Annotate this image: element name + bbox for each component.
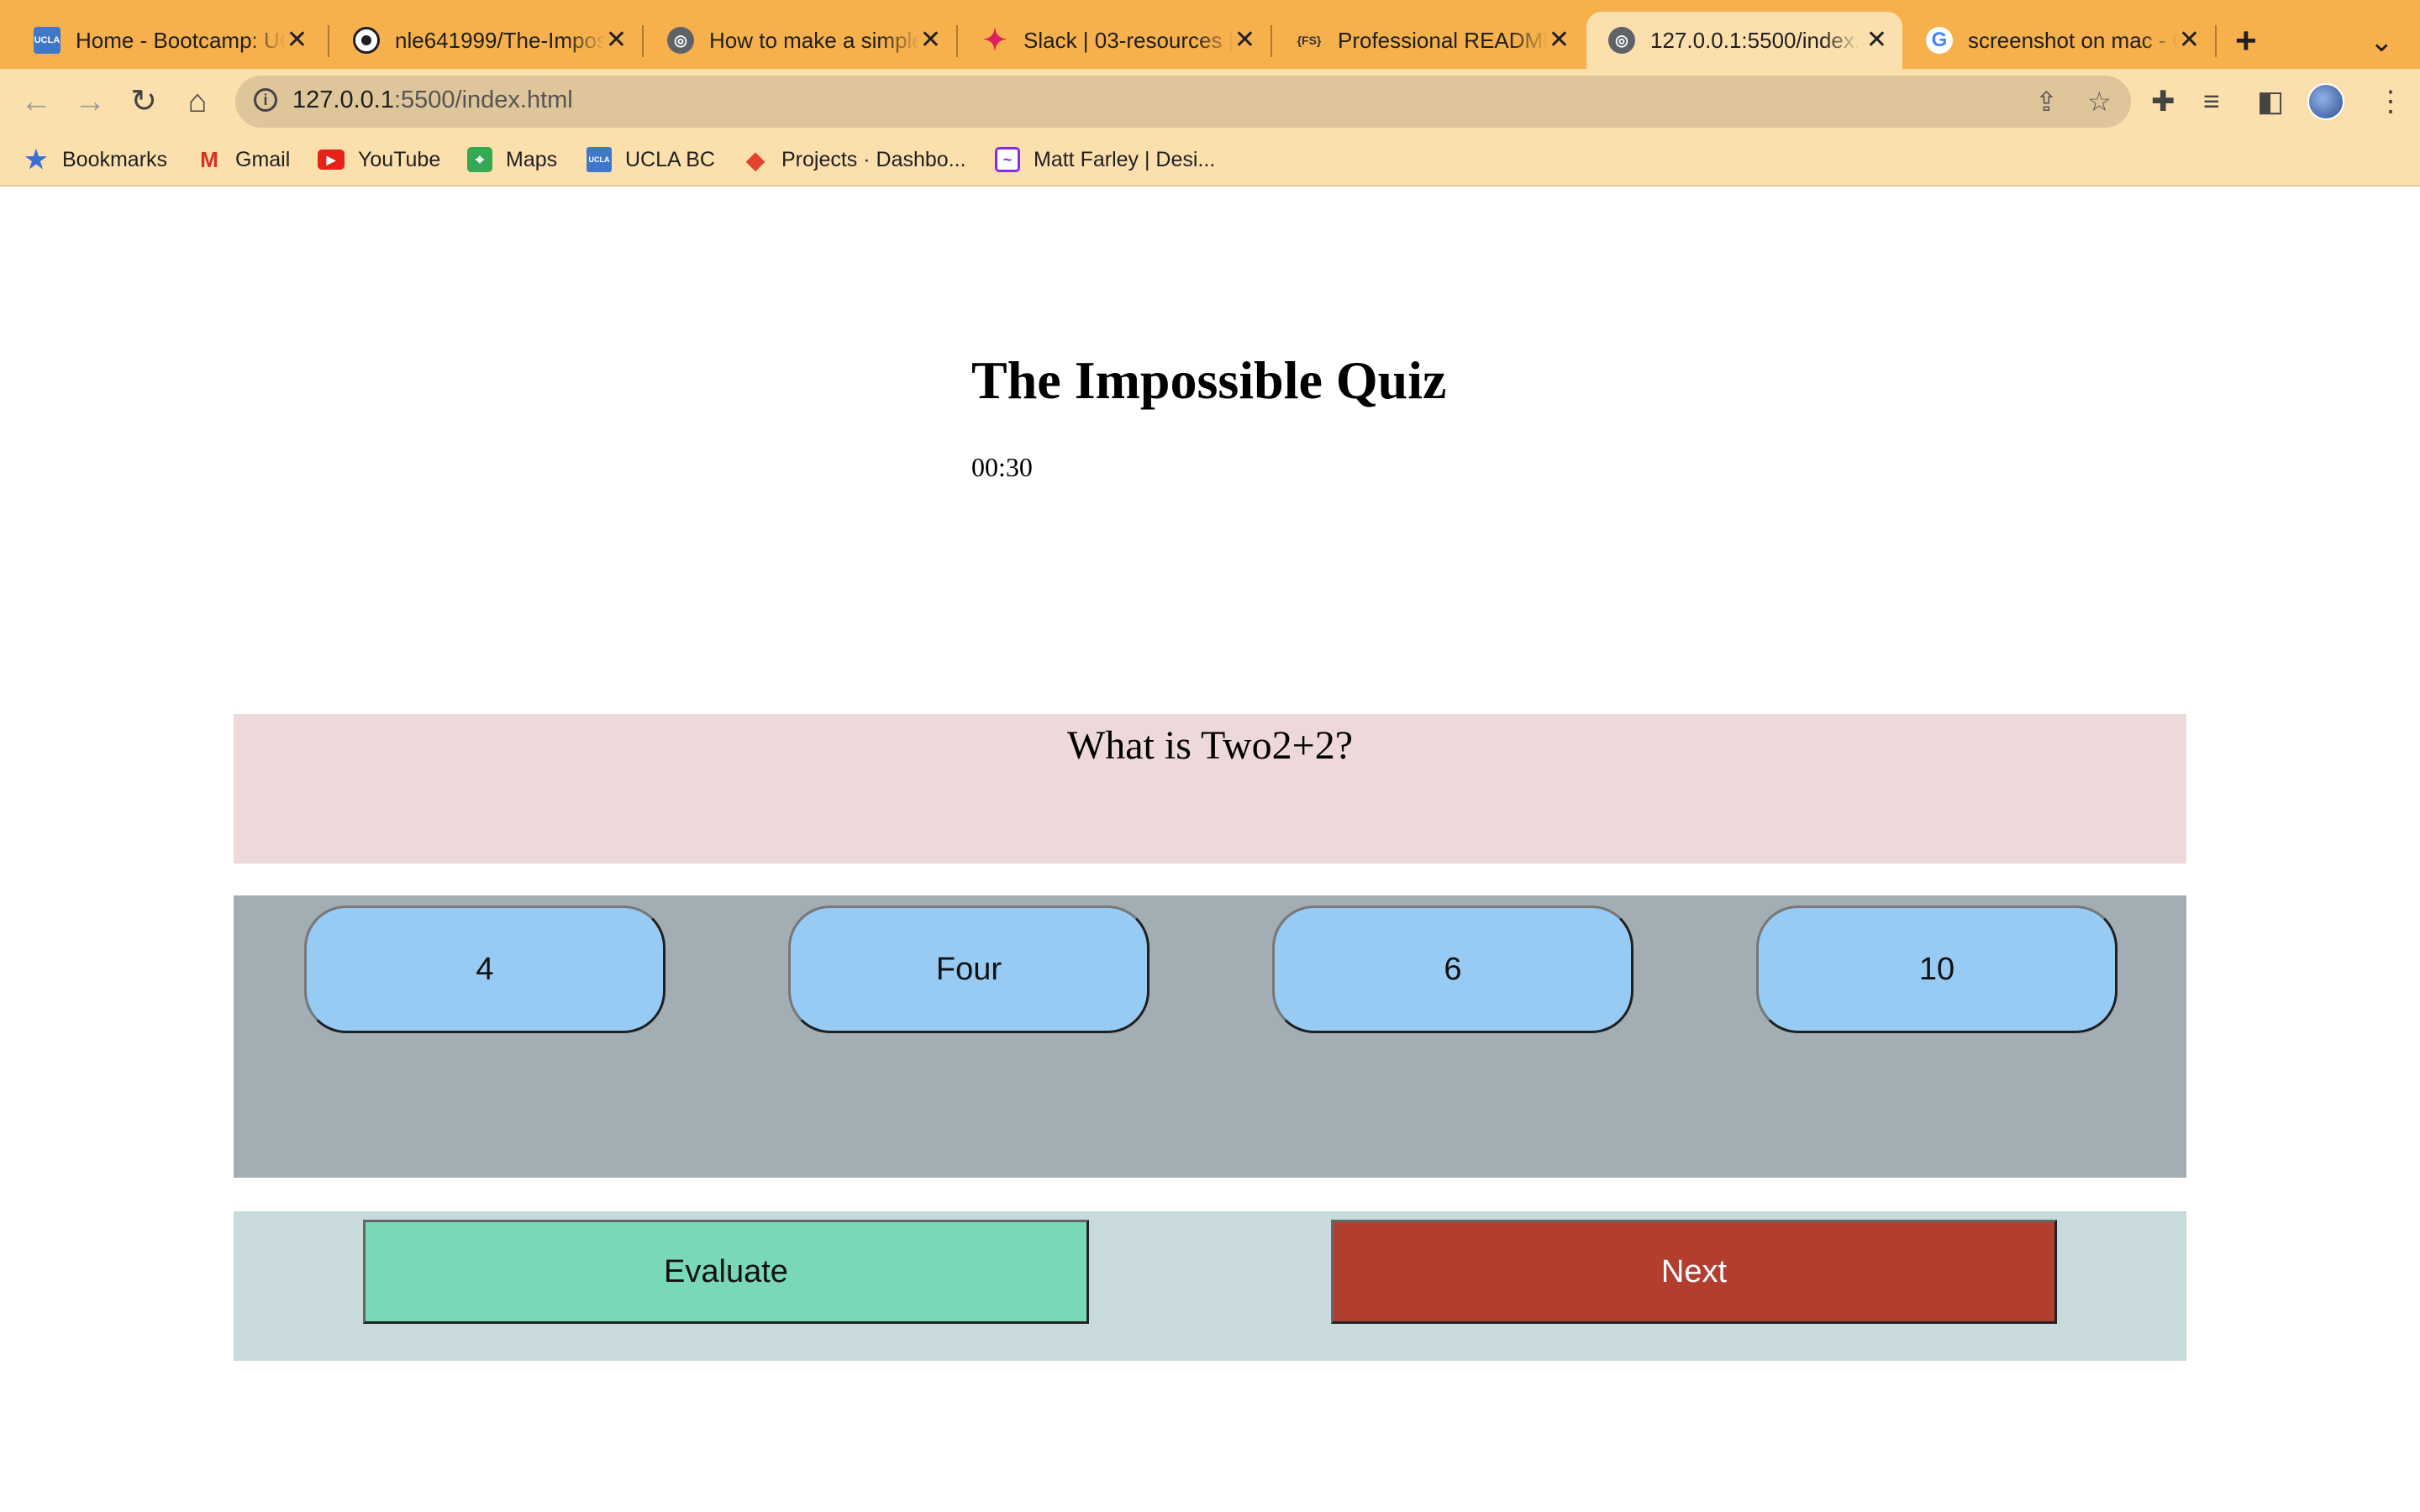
bookmark-label: UCLA BC [625, 147, 715, 171]
close-icon[interactable]: ✕ [2179, 26, 2200, 55]
bookmark-item-gmail[interactable]: M Gmail [197, 144, 290, 175]
tab-bootcamp[interactable]: UCLA Home - Bootcamp: UCLA ✕ [12, 12, 323, 69]
home-icon[interactable]: ⌂ [176, 81, 218, 123]
tab-slack[interactable]: ✦ Slack | 03-resources | ✕ [960, 12, 1270, 69]
tab-title: 127.0.0.1:5500/index.html [1650, 27, 1860, 53]
extensions-puzzle-icon[interactable]: ✚ [2151, 81, 2175, 123]
google-favicon: G [1926, 27, 1953, 54]
bookmark-item-maps[interactable]: ⌖ Maps [467, 144, 557, 175]
reload-icon[interactable]: ↻ [123, 81, 165, 123]
bookmark-star-icon[interactable]: ☆ [2087, 86, 2112, 118]
bookmark-item-youtube[interactable]: ▶ YouTube [318, 144, 440, 175]
close-icon[interactable]: ✕ [1549, 26, 1570, 55]
answer-button-2[interactable]: Four [788, 906, 1150, 1033]
close-icon[interactable]: ✕ [606, 26, 627, 55]
site-info-icon[interactable]: i [254, 88, 277, 112]
page-content: The Impossible Quiz 00:30 What is Two2+2… [0, 186, 2420, 1512]
ucla-icon: UCLA [587, 147, 612, 172]
tab-divider [328, 25, 329, 57]
maps-icon: ⌖ [467, 147, 492, 172]
globe-favicon: ◎ [667, 27, 694, 54]
close-icon[interactable]: ✕ [287, 26, 308, 55]
bookmark-label: Gmail [235, 147, 291, 171]
bookmark-item-ucla-bc[interactable]: UCLA UCLA BC [587, 144, 715, 175]
side-panel-icon[interactable]: ◧ [2257, 81, 2284, 123]
bookmark-label: Maps [506, 147, 558, 171]
tab-divider [956, 25, 958, 57]
close-icon[interactable]: ✕ [1234, 26, 1255, 55]
evaluate-button[interactable]: Evaluate [363, 1220, 1089, 1324]
next-button[interactable]: Next [1331, 1220, 2057, 1324]
share-icon[interactable]: ⇪ [2035, 86, 2058, 118]
question-text: What is Two2+2? [1066, 723, 1354, 768]
browser-toolbar: ← → ↻ ⌂ i 127.0.0.1:5500/index.html ⇪ ☆ … [0, 69, 2420, 134]
slack-favicon: ✦ [982, 24, 1007, 56]
tab-title: nle641999/The-Impossible [395, 27, 605, 53]
bookmarks-bar: ★ Bookmarks M Gmail ▶ YouTube ⌖ Maps UCL… [0, 134, 2420, 186]
tab-simple[interactable]: ◎ How to make a simple ✕ [645, 12, 956, 69]
close-icon[interactable]: ✕ [1866, 26, 1887, 55]
url-host: 127.0.0.1 [292, 87, 394, 113]
github-favicon [353, 27, 380, 54]
gmail-icon: M [200, 146, 218, 172]
url-text[interactable]: 127.0.0.1:5500/index.html [292, 87, 573, 114]
tab-divider [2215, 25, 2217, 57]
answer-button-3[interactable]: 6 [1272, 906, 1634, 1033]
bookmark-item-matt-farley[interactable]: ~ Matt Farley | Desi... [995, 144, 1215, 175]
tab-title: Slack | 03-resources | [1023, 27, 1234, 53]
controls-panel: Evaluate Next [234, 1211, 2186, 1361]
browser-chrome: UCLA Home - Bootcamp: UCLA ✕ nle641999/T… [0, 0, 2420, 186]
bookmark-item-bookmarks[interactable]: ★ Bookmarks [24, 144, 168, 175]
globe-favicon: ◎ [1608, 27, 1635, 54]
tab-divider [642, 25, 644, 57]
page-title: The Impossible Quiz [971, 350, 1447, 410]
question-panel: What is Two2+2? [234, 714, 2186, 864]
bookmark-item-projects[interactable]: ◆ Projects · Dashbo... [743, 144, 966, 175]
bookmark-label: YouTube [358, 147, 441, 171]
tab-divider [1270, 25, 1272, 57]
address-bar[interactable]: i 127.0.0.1:5500/index.html ⇪ ☆ [235, 76, 2131, 128]
media-queue-icon[interactable]: ≡ [2203, 81, 2220, 123]
tab-search-chevron-icon[interactable]: ⌄ [2370, 17, 2394, 67]
back-arrow-icon[interactable]: ← [15, 81, 57, 123]
tab-readme[interactable]: {FS} Professional README ✕ [1274, 12, 1585, 69]
profile-avatar[interactable] [2307, 83, 2344, 120]
url-path: :5500/index.html [393, 87, 573, 113]
gitlab-icon: ◆ [746, 146, 765, 173]
youtube-icon: ▶ [318, 150, 345, 170]
tab-github[interactable]: nle641999/The-Impossible ✕ [331, 12, 642, 69]
new-tab-plus-icon[interactable]: + [2235, 18, 2257, 64]
tab-title: How to make a simple [709, 27, 919, 53]
tab-title: Professional README [1338, 27, 1548, 53]
bookmark-label: Projects · Dashbo... [781, 147, 966, 171]
tab-active-index[interactable]: ◎ 127.0.0.1:5500/index.html ✕ [1586, 12, 1902, 69]
answer-button-4[interactable]: 10 [1756, 906, 2118, 1033]
forward-arrow-icon[interactable]: → [69, 81, 111, 123]
close-icon[interactable]: ✕ [920, 26, 941, 55]
tab-title: Home - Bootcamp: UCLA [76, 27, 286, 53]
star-icon: ★ [24, 145, 48, 174]
tab-title: screenshot on mac - G [1968, 27, 2178, 53]
countdown-timer: 00:30 [971, 452, 1033, 482]
answer-button-1[interactable]: 4 [304, 906, 666, 1033]
tab-strip: UCLA Home - Bootcamp: UCLA ✕ nle641999/T… [0, 0, 2420, 69]
answers-panel: 4 Four 6 10 [234, 895, 2186, 1178]
menu-kebab-icon[interactable]: ⋮ [2376, 81, 2405, 123]
bookmark-label: Matt Farley | Desi... [1034, 147, 1216, 171]
bookmark-label: Bookmarks [62, 147, 168, 171]
tab-google[interactable]: G screenshot on mac - G ✕ [1904, 12, 2215, 69]
ucla-favicon: UCLA [34, 27, 60, 54]
readme-favicon: {FS} [1297, 34, 1322, 47]
portfolio-icon: ~ [995, 147, 1020, 172]
